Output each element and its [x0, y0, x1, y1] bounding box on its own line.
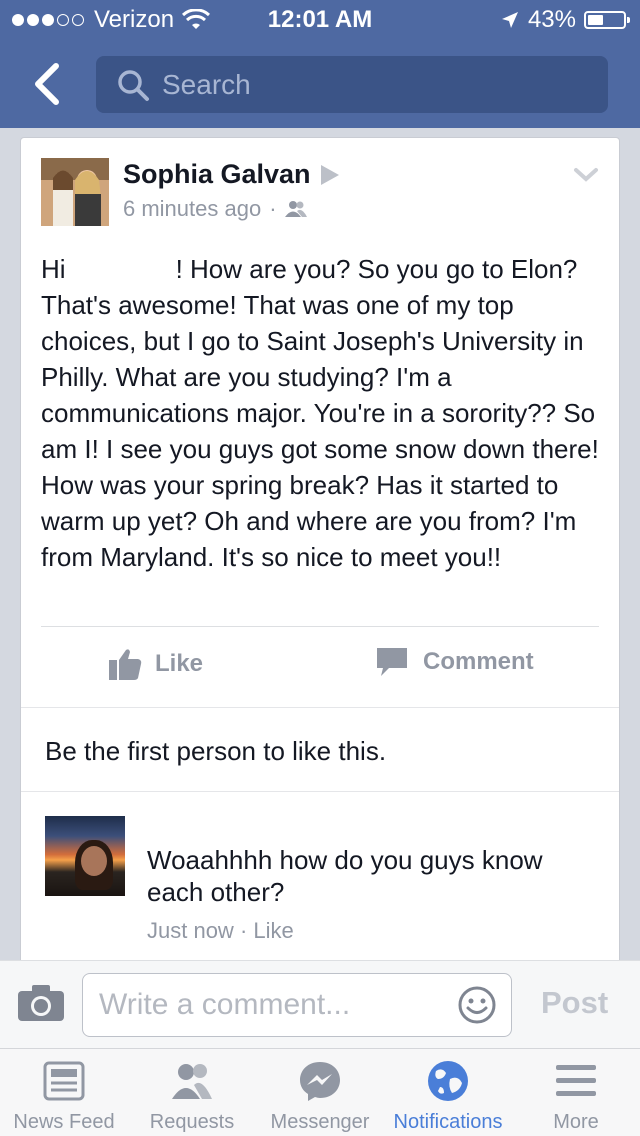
comment-time: Just now [147, 918, 234, 943]
comment-input-placeholder: Write a comment... [99, 988, 351, 1021]
chevron-down-icon[interactable] [573, 166, 599, 184]
comment-bubble-icon [377, 648, 407, 676]
post-button[interactable]: Post [541, 985, 608, 1021]
divider [41, 626, 599, 627]
news-feed-icon [43, 1061, 85, 1101]
tab-label: News Feed [13, 1111, 115, 1133]
emoji-icon[interactable] [457, 985, 497, 1025]
tab-messenger[interactable]: Messenger [256, 1059, 384, 1134]
post-card: Sophia Galvan 6 minutes ago · Hi! How ar… [20, 137, 620, 967]
location-arrow-icon [501, 12, 518, 28]
tab-news-feed[interactable]: News Feed [0, 1059, 128, 1134]
author-photo [41, 158, 109, 226]
divider [21, 791, 619, 792]
post-message: Hi! How are you? So you go to Elon? That… [41, 251, 606, 575]
comment-input[interactable]: Write a comment... [82, 973, 512, 1037]
commenter-avatar[interactable] [45, 816, 125, 896]
post-body: ! How are you? So you go to Elon? That's… [41, 254, 599, 572]
globe-icon [428, 1061, 468, 1101]
messenger-icon [300, 1062, 340, 1101]
like-label: Like [155, 650, 204, 677]
battery-fill [588, 15, 603, 25]
back-button[interactable] [26, 58, 70, 110]
tab-label: Notifications [393, 1111, 503, 1133]
comment-like-link[interactable]: Like [253, 918, 293, 943]
status-bar: Verizon 12:01 AM 43% [0, 0, 640, 40]
search-placeholder: Search [162, 68, 251, 100]
friends-audience-icon [284, 201, 307, 217]
tab-label: Messenger [270, 1111, 370, 1133]
meta-separator: · [269, 196, 277, 221]
battery-icon [584, 11, 630, 29]
divider [21, 707, 619, 708]
comment-text: Woaahhhh how do you guys know each other… [147, 845, 543, 907]
post-meta: 6 minutes ago · [123, 196, 307, 222]
status-right: 43% [500, 6, 630, 34]
comment-composer: Write a comment... Post [0, 960, 640, 1048]
post-timestamp: 6 minutes ago [123, 196, 262, 221]
hamburger-icon [556, 1065, 596, 1096]
tab-label: More [553, 1111, 599, 1133]
likes-summary: Be the first person to like this. [45, 736, 387, 766]
comment-button[interactable]: Comment [375, 646, 534, 678]
like-button[interactable]: Like [107, 646, 203, 682]
commenter-face [81, 846, 107, 876]
friend-requests-icon [172, 1064, 212, 1099]
author-name[interactable]: Sophia Galvan [123, 159, 339, 190]
comment-meta: Just now · Like [147, 918, 294, 944]
meta-separator: · [239, 918, 254, 943]
tab-notifications[interactable]: Notifications [384, 1059, 512, 1134]
battery-percent: 43% [527, 6, 576, 33]
tab-requests[interactable]: Requests [128, 1059, 256, 1134]
author-name-text: Sophia Galvan [123, 159, 311, 189]
top-bar: Verizon 12:01 AM 43% Search [0, 0, 640, 128]
tab-more[interactable]: More [512, 1059, 640, 1134]
search-icon [118, 69, 149, 101]
play-arrow-icon [320, 164, 339, 185]
comment-label: Comment [423, 648, 534, 675]
tab-label: Requests [149, 1111, 235, 1133]
post-greeting: Hi [41, 254, 66, 284]
tab-bar: News Feed Requests Messenger Notificatio… [0, 1048, 640, 1136]
search-input[interactable]: Search [96, 56, 608, 113]
camera-icon[interactable] [16, 983, 66, 1023]
thumbs-up-icon [109, 649, 142, 680]
author-avatar[interactable] [41, 158, 109, 226]
